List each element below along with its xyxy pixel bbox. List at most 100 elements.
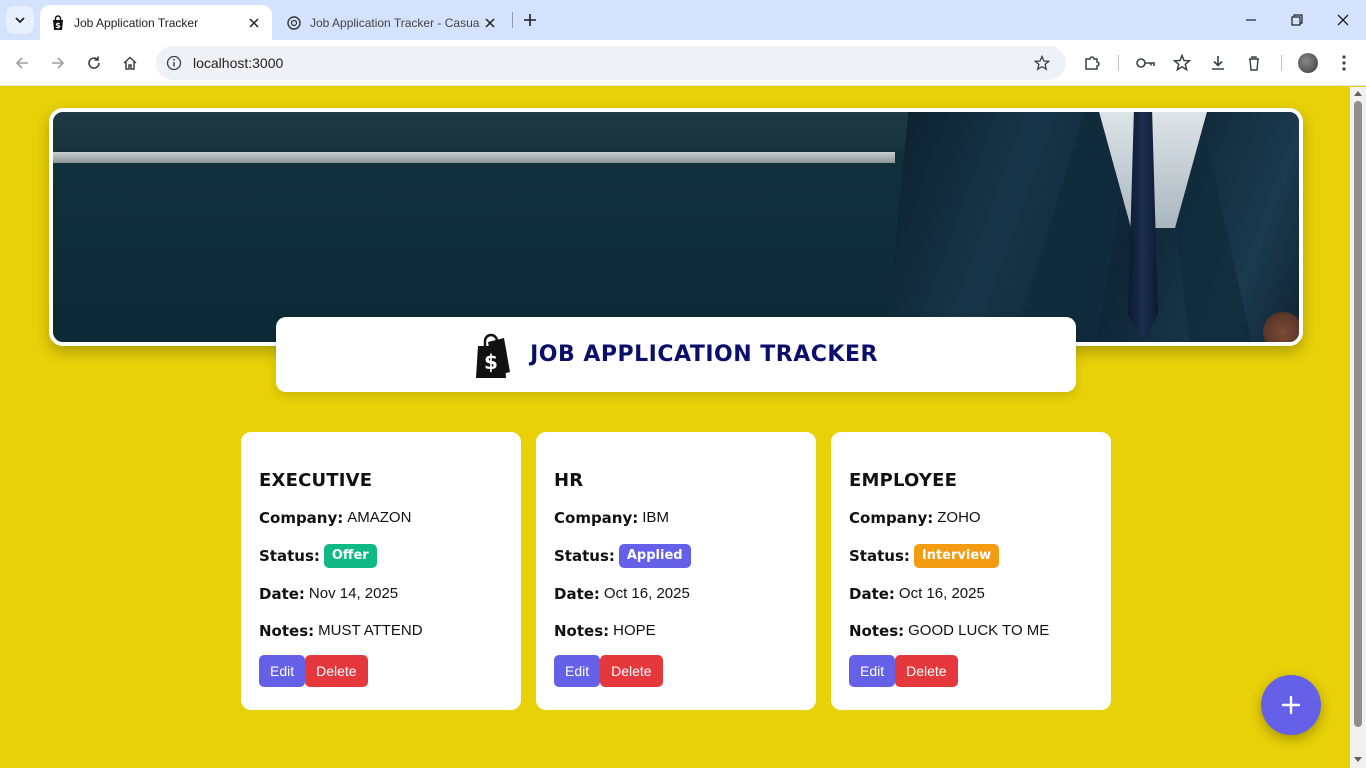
company-label: Company:	[554, 509, 639, 527]
status-badge: Offer	[323, 544, 377, 568]
edit-button[interactable]: Edit	[849, 655, 896, 687]
date-value: Nov 14, 2025	[308, 585, 399, 602]
bookmark-star-icon[interactable]	[1032, 53, 1052, 73]
delete-button[interactable]: Delete	[305, 655, 368, 687]
toolbar-separator	[1281, 55, 1282, 71]
company-value: IBM	[642, 509, 669, 526]
notes-value: MUST ATTEND	[318, 622, 423, 639]
reload-icon	[88, 56, 100, 69]
card-actions: Edit Delete	[554, 655, 798, 687]
restore-button[interactable]	[1285, 8, 1309, 32]
date-row: Date: Nov 14, 2025	[259, 583, 503, 605]
status-label: Status:	[849, 547, 910, 565]
more-vertical-icon	[1342, 55, 1346, 71]
company-value: AMAZON	[347, 509, 412, 526]
status-row: Status: Applied	[554, 544, 798, 568]
tab-separator	[512, 12, 513, 28]
close-tab-icon[interactable]	[480, 13, 500, 33]
profile-avatar[interactable]	[1298, 53, 1318, 73]
address-bar[interactable]: localhost:3000	[156, 46, 1066, 80]
notes-row: Notes: MUST ATTEND	[259, 620, 503, 642]
company-row: Company: ZOHO	[849, 507, 1093, 529]
url-text[interactable]: localhost:3000	[193, 55, 283, 71]
date-value: Oct 16, 2025	[898, 585, 985, 602]
plus-icon	[524, 14, 536, 26]
arrow-right-icon	[52, 57, 65, 69]
edit-button[interactable]: Edit	[259, 655, 306, 687]
company-row: Company: IBM	[554, 507, 798, 529]
forward-button[interactable]	[44, 49, 72, 77]
browser-menu-button[interactable]	[1330, 49, 1358, 77]
tab-job-application-tracker-casual[interactable]: Job Application Tracker - Casual	[276, 5, 508, 40]
status-label: Status:	[554, 547, 615, 565]
trash-icon	[1249, 56, 1259, 71]
delete-browsing-data-button[interactable]	[1240, 49, 1268, 77]
openai-icon	[286, 15, 302, 31]
company-row: Company: AMAZON	[259, 507, 503, 529]
notes-label: Notes:	[259, 622, 315, 640]
date-value: Oct 16, 2025	[603, 585, 690, 602]
scroll-up-arrow[interactable]	[1354, 91, 1362, 96]
minimize-icon	[1246, 19, 1256, 21]
passwords-button[interactable]	[1132, 49, 1160, 77]
plus-icon	[1281, 695, 1301, 715]
dollar-shopping-bag-icon: $	[476, 333, 511, 378]
home-icon	[123, 56, 137, 70]
application-card: EXECUTIVE Company: AMAZON Status: Offer …	[241, 432, 521, 710]
delete-button[interactable]: Delete	[895, 655, 958, 687]
application-card: EMPLOYEE Company: ZOHO Status: Interview…	[831, 432, 1111, 710]
favorites-button[interactable]	[1168, 49, 1196, 77]
download-icon	[1212, 56, 1224, 70]
browser-toolbar: localhost:3000	[0, 40, 1366, 86]
company-label: Company:	[849, 509, 934, 527]
key-icon	[1136, 58, 1155, 68]
company-value: ZOHO	[937, 509, 981, 526]
tab-job-application-tracker[interactable]: $ Job Application Tracker	[40, 5, 272, 40]
tab-strip: $ Job Application Tracker Job Applicatio…	[0, 0, 1366, 40]
status-badge: Applied	[618, 544, 691, 568]
toolbar-separator	[1118, 55, 1119, 71]
tab-search-button[interactable]	[6, 6, 34, 34]
delete-button[interactable]: Delete	[600, 655, 663, 687]
scrollbar-thumb[interactable]	[1354, 101, 1362, 727]
date-label: Date:	[554, 585, 600, 603]
status-label: Status:	[259, 547, 320, 565]
notes-row: Notes: HOPE	[554, 620, 798, 642]
date-row: Date: Oct 16, 2025	[554, 583, 798, 605]
application-card: HR Company: IBM Status: Applied Date: Oc…	[536, 432, 816, 710]
hero-banner-image	[49, 108, 1303, 346]
edit-button[interactable]: Edit	[554, 655, 601, 687]
shopping-bag-dollar-icon: $	[50, 14, 66, 31]
card-actions: Edit Delete	[259, 655, 503, 687]
notes-value: GOOD LUCK TO ME	[908, 622, 1050, 639]
page-viewport: $ JOB APPLICATION TRACKER EXECUTIVE Comp…	[0, 87, 1350, 768]
site-info-icon[interactable]	[164, 53, 184, 73]
new-tab-button[interactable]	[518, 8, 542, 32]
status-row: Status: Offer	[259, 544, 503, 568]
arrow-left-icon	[15, 57, 28, 69]
date-label: Date:	[849, 585, 895, 603]
status-badge: Interview	[913, 544, 1000, 568]
minimize-button[interactable]	[1239, 8, 1263, 32]
add-application-button[interactable]	[1261, 675, 1321, 735]
svg-text:$: $	[55, 21, 61, 30]
puzzle-icon	[1085, 56, 1100, 70]
home-button[interactable]	[116, 49, 144, 77]
status-row: Status: Interview	[849, 544, 1093, 568]
reload-button[interactable]	[80, 49, 108, 77]
job-role: EXECUTIVE	[259, 470, 373, 491]
notes-row: Notes: GOOD LUCK TO ME	[849, 620, 1093, 642]
extensions-button[interactable]	[1078, 49, 1106, 77]
vertical-scrollbar[interactable]	[1350, 87, 1366, 768]
back-button[interactable]	[8, 49, 36, 77]
star-list-icon	[1173, 54, 1191, 72]
svg-text:$: $	[484, 350, 498, 374]
notes-label: Notes:	[849, 622, 905, 640]
close-tab-icon[interactable]	[244, 13, 264, 33]
scroll-down-arrow[interactable]	[1354, 757, 1362, 762]
notes-value: HOPE	[613, 622, 656, 639]
tab-title: Job Application Tracker - Casual	[310, 15, 480, 30]
downloads-button[interactable]	[1204, 49, 1232, 77]
notes-label: Notes:	[554, 622, 610, 640]
close-window-button[interactable]	[1331, 8, 1355, 32]
